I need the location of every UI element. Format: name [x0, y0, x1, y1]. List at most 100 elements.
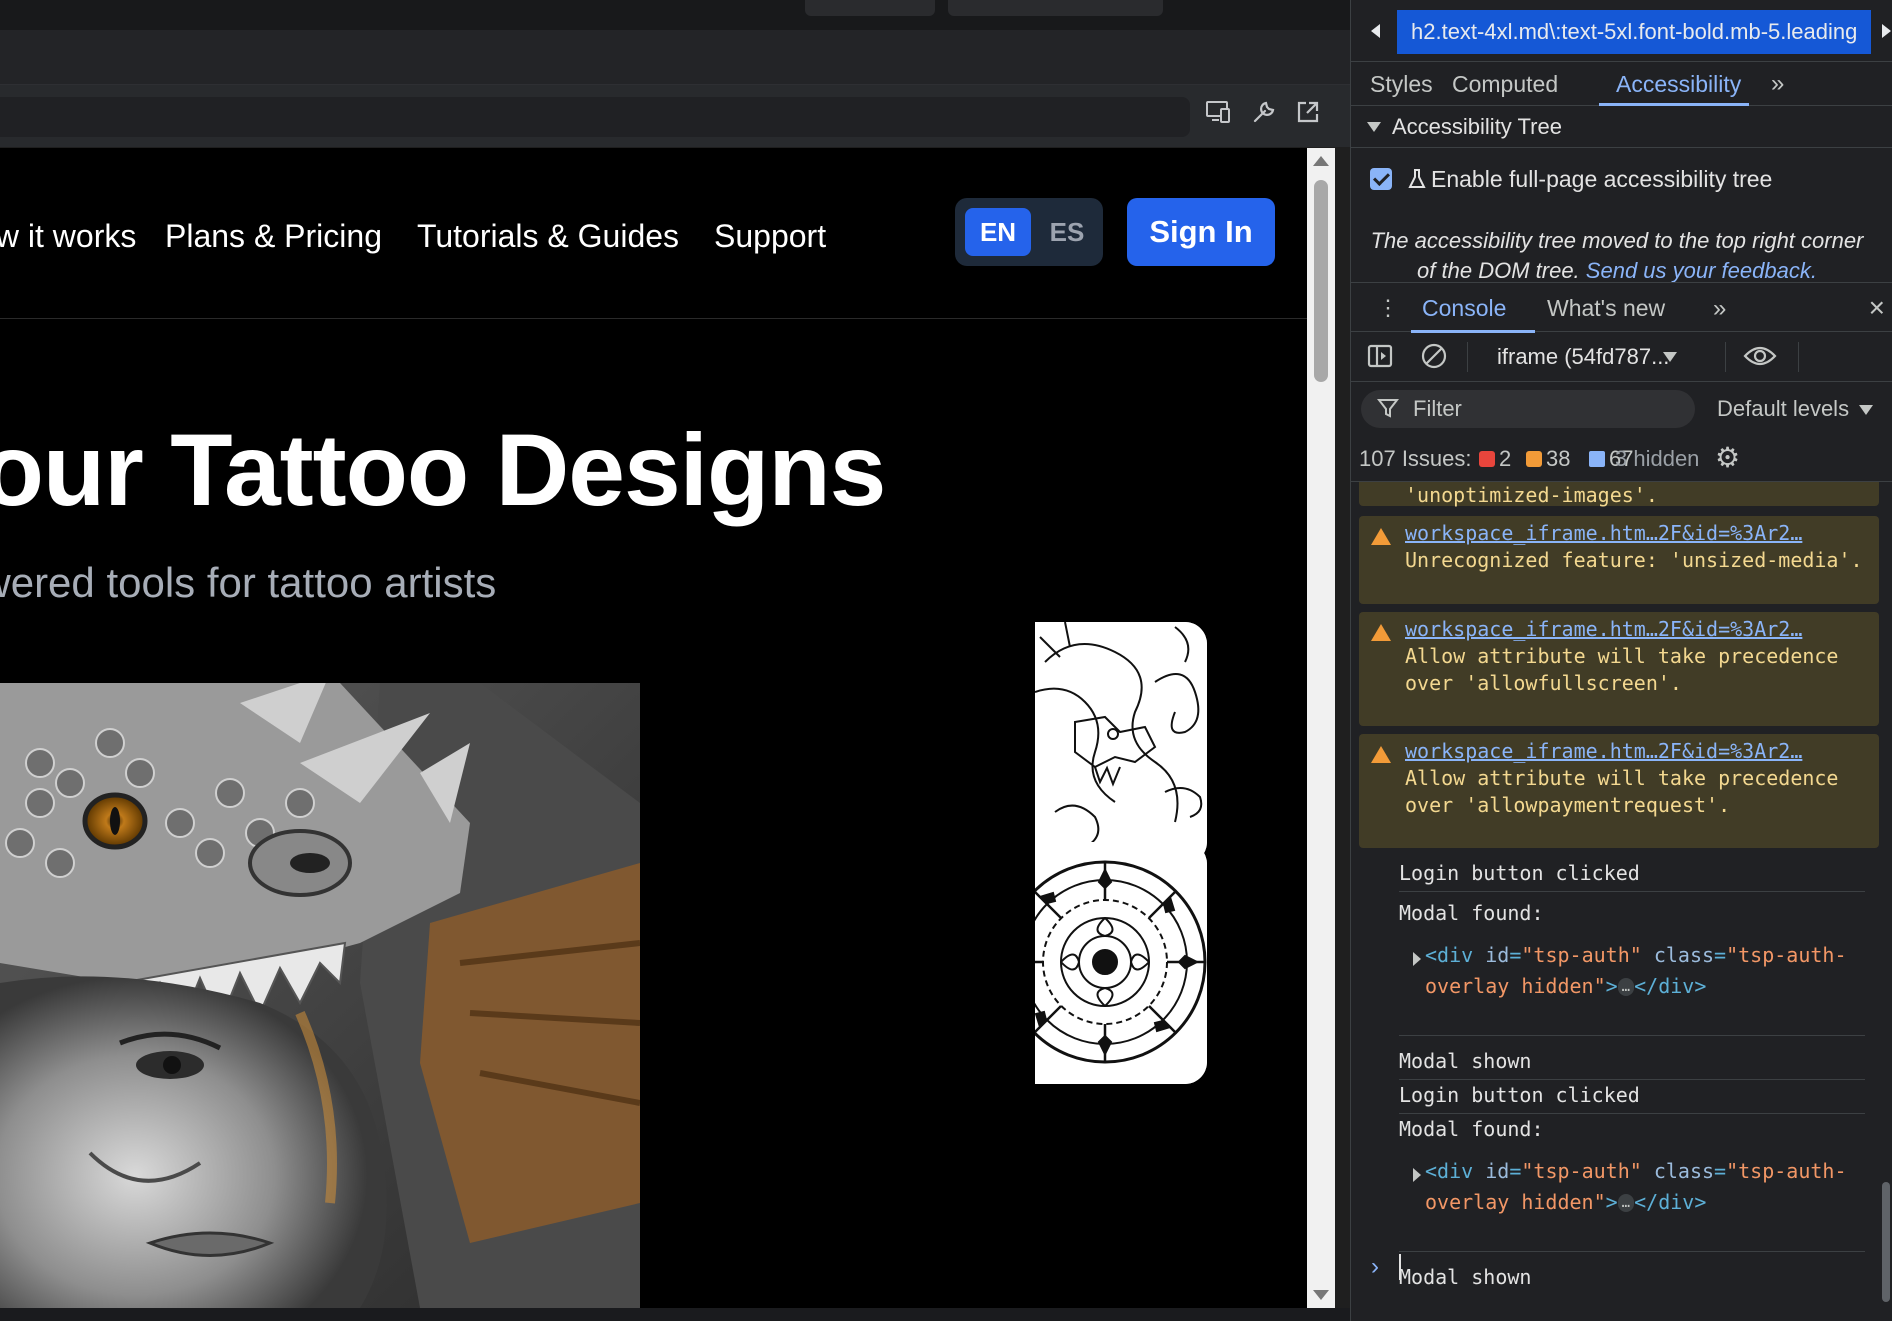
- breadcrumb-left-arrow-icon[interactable]: [1371, 24, 1380, 38]
- bottom-strip: [0, 1308, 1350, 1321]
- sign-in-button[interactable]: Sign In: [1127, 198, 1275, 266]
- context-dropdown-icon: [1663, 352, 1677, 362]
- console-warning: workspace_iframe.htm…2F&id=%3Ar2… Allow …: [1359, 734, 1879, 848]
- context-select-value: iframe (54fd787...: [1497, 344, 1670, 369]
- language-switcher: EN ES: [955, 198, 1103, 266]
- warning-source-link[interactable]: workspace_iframe.htm…2F&id=%3Ar2…: [1405, 617, 1802, 641]
- sidebar-toggle-icon[interactable]: [1365, 342, 1395, 372]
- page-viewport: How it works Plans & Pricing Tutorials &…: [0, 148, 1307, 1308]
- dom-attr-class: class: [1653, 943, 1715, 967]
- dom-attr-class: class: [1653, 1159, 1715, 1183]
- tab-accessibility[interactable]: Accessibility: [1616, 66, 1741, 102]
- console-warning-partial: 'unoptimized-images'.: [1359, 482, 1879, 507]
- ellipsis-badge[interactable]: …: [1617, 1194, 1635, 1212]
- drawer-menu-icon[interactable]: ⋮: [1377, 295, 1399, 321]
- elements-breadcrumb-bar: h2.text-4xl.md\:text-5xl.font-bold.mb-5.…: [1351, 0, 1892, 62]
- collapse-triangle-icon[interactable]: [1367, 122, 1381, 132]
- console-filter-row: Filter Default levels: [1351, 382, 1892, 434]
- more-drawer-tabs-chevron-icon[interactable]: »: [1713, 291, 1726, 327]
- nav-plans-pricing[interactable]: Plans & Pricing: [165, 216, 382, 256]
- ellipsis-badge[interactable]: …: [1617, 978, 1635, 996]
- checkbox-label-text: Enable full-page accessibility tree: [1431, 166, 1773, 192]
- console-messages: 'unoptimized-images'. workspace_iframe.h…: [1351, 482, 1879, 1321]
- tab-computed[interactable]: Computed: [1452, 66, 1558, 102]
- scroll-down-arrow-icon[interactable]: [1313, 1290, 1329, 1300]
- tab-strip: [0, 0, 1350, 30]
- expand-triangle-icon[interactable]: [1413, 952, 1421, 966]
- browser-toolbar: [0, 30, 1350, 85]
- hidden-messages-count: 3 hidden: [1615, 446, 1700, 471]
- lang-en-button[interactable]: EN: [965, 208, 1031, 256]
- dom-attr-id: id: [1485, 1159, 1510, 1183]
- dragon-sketch-card[interactable]: [1035, 622, 1207, 864]
- tab-whats-new[interactable]: What's new: [1547, 291, 1665, 325]
- page-scrollbar[interactable]: [1307, 148, 1335, 1308]
- log-modal-found-text: Modal found:: [1399, 901, 1544, 925]
- nav-support[interactable]: Support: [714, 216, 826, 256]
- more-tabs-chevron-icon[interactable]: »: [1771, 66, 1784, 102]
- log-login-clicked: Login button clicked: [1399, 1078, 1865, 1114]
- dom-node-tsp-auth[interactable]: <div id="tsp-auth" class="tsp-auth-overl…: [1425, 1156, 1865, 1218]
- nav-how-it-works[interactable]: How it works: [0, 216, 136, 256]
- dom-attr-id-value: "tsp-auth": [1521, 943, 1642, 967]
- error-icon: [1479, 451, 1495, 467]
- tab-pill[interactable]: [948, 0, 1163, 16]
- device-toolbar-icon[interactable]: [1203, 99, 1235, 131]
- accessibility-tree-header[interactable]: Accessibility Tree: [1351, 106, 1892, 148]
- console-warning: workspace_iframe.htm…2F&id=%3Ar2… Unreco…: [1359, 516, 1879, 604]
- log-levels-dropdown[interactable]: Default levels: [1717, 394, 1874, 424]
- clear-console-icon[interactable]: [1419, 342, 1449, 372]
- breadcrumb-selected-element[interactable]: h2.text-4xl.md\:text-5xl.font-bold.mb-5.…: [1397, 10, 1871, 54]
- browser-window: How it works Plans & Pricing Tutorials &…: [0, 0, 1350, 1321]
- issues-bar[interactable]: 107 Issues: 2 38 67 3 hidden ⚙: [1351, 434, 1892, 482]
- scrollbar-thumb[interactable]: [1314, 180, 1328, 382]
- console-scrollbar-thumb[interactable]: [1882, 1182, 1890, 1302]
- close-drawer-icon[interactable]: ×: [1869, 291, 1885, 325]
- screen: How it works Plans & Pricing Tutorials &…: [0, 0, 1892, 1321]
- tab-styles[interactable]: Styles: [1370, 66, 1433, 102]
- console-settings-gear-icon[interactable]: ⚙: [1715, 442, 1740, 474]
- devtools-panel: h2.text-4xl.md\:text-5xl.font-bold.mb-5.…: [1350, 0, 1892, 1321]
- accessibility-tree-title: Accessibility Tree: [1392, 114, 1562, 139]
- log-modal-shown: Modal shown: [1399, 1044, 1865, 1080]
- issues-count-label: 107 Issues:: [1359, 446, 1472, 471]
- enable-full-page-tree-checkbox[interactable]: [1370, 168, 1392, 190]
- feedback-link[interactable]: Send us your feedback.: [1586, 258, 1817, 283]
- toolbar-divider: [1798, 342, 1799, 372]
- nav-tutorials-guides[interactable]: Tutorials & Guides: [417, 216, 679, 256]
- warning-source-link[interactable]: workspace_iframe.htm…2F&id=%3Ar2…: [1405, 739, 1802, 763]
- console-prompt-chevron-icon: ›: [1371, 1253, 1379, 1280]
- execution-context-select[interactable]: iframe (54fd787...: [1489, 342, 1679, 372]
- hero-title-text: Create your Tattoo Designs: [0, 413, 886, 527]
- console-filter-input[interactable]: Filter: [1361, 390, 1695, 428]
- scroll-up-arrow-icon[interactable]: [1313, 156, 1329, 166]
- dom-node-tsp-auth[interactable]: <div id="tsp-auth" class="tsp-auth-overl…: [1425, 940, 1865, 1002]
- tab-console[interactable]: Console: [1422, 291, 1506, 325]
- warning-message: 'unoptimized-images'.: [1405, 483, 1658, 507]
- dom-tag-close: </div>: [1634, 974, 1707, 998]
- console-scrollbar[interactable]: [1879, 482, 1892, 1321]
- breadcrumb-right-arrow-icon[interactable]: [1882, 24, 1891, 38]
- warning-text: workspace_iframe.htm…2F&id=%3Ar2… Allow …: [1405, 738, 1865, 819]
- error-count-badge[interactable]: 2: [1479, 444, 1511, 474]
- tab-pill[interactable]: [805, 0, 935, 16]
- lang-es-button[interactable]: ES: [1041, 208, 1093, 256]
- accessibility-note: The accessibility tree moved to the top …: [1367, 226, 1867, 286]
- drawer-tabs: ⋮ Console What's new » ×: [1351, 282, 1892, 333]
- console-warning: workspace_iframe.htm…2F&id=%3Ar2… Allow …: [1359, 612, 1879, 726]
- wrench-icon[interactable]: [1248, 99, 1280, 131]
- live-expression-eye-icon[interactable]: [1743, 342, 1777, 372]
- warning-count-badge[interactable]: 38: [1526, 444, 1570, 474]
- hero-dragon-image: [0, 683, 640, 1308]
- error-count: 2: [1499, 446, 1512, 471]
- site-nav: How it works Plans & Pricing Tutorials &…: [0, 148, 1307, 319]
- dom-tag-close: </div>: [1634, 1190, 1707, 1214]
- mandala-sketch-card[interactable]: [1035, 842, 1207, 1084]
- levels-dropdown-icon: [1859, 405, 1874, 416]
- preview-url-bar[interactable]: [0, 97, 1190, 137]
- expand-triangle-icon[interactable]: [1413, 1168, 1421, 1182]
- open-external-icon[interactable]: [1292, 99, 1324, 131]
- flask-icon: [1408, 169, 1426, 188]
- warning-source-link[interactable]: workspace_iframe.htm…2F&id=%3Ar2…: [1405, 521, 1802, 545]
- console-input-caret[interactable]: [1399, 1254, 1401, 1280]
